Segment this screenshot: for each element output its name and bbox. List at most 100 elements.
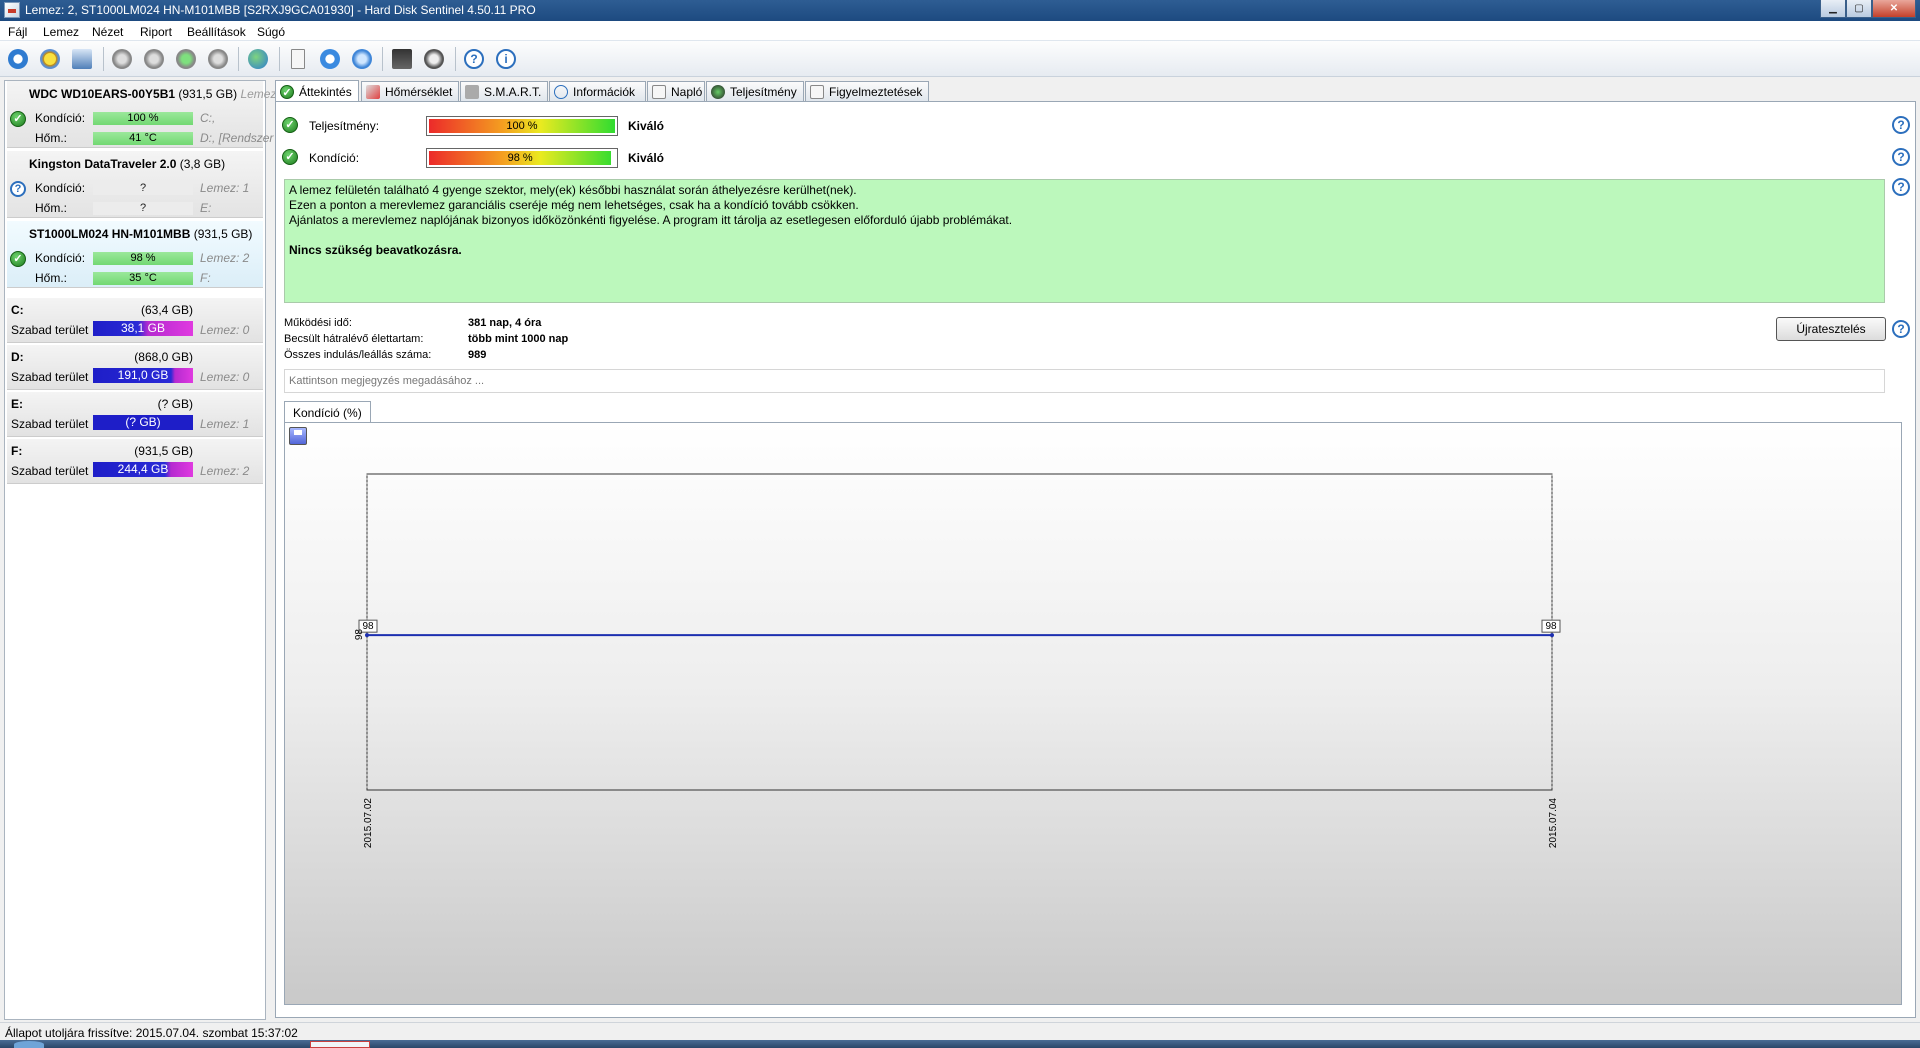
ok-status-icon bbox=[282, 117, 298, 133]
tab-label: Figyelmeztetések bbox=[829, 85, 923, 99]
ok-status-icon bbox=[10, 251, 26, 267]
globe-icon[interactable] bbox=[246, 47, 270, 71]
network-icon[interactable] bbox=[350, 47, 374, 71]
volume-size: (868,0 GB) bbox=[134, 350, 193, 364]
gauge-icon bbox=[711, 85, 725, 99]
performance-bar: 100 % bbox=[426, 116, 618, 136]
disk-name: ST1000LM024 HN-M101MBB bbox=[29, 227, 191, 241]
note-input[interactable]: Kattintson megjegyzés megadásához ... bbox=[284, 369, 1885, 393]
starts-label: Összes indulás/leállás száma: bbox=[284, 349, 432, 361]
info-line: Ezen a ponton a merevlemez garanciális c… bbox=[289, 198, 859, 212]
health-label: Kondíció: bbox=[309, 151, 360, 165]
volume-item[interactable]: E: (? GB) Szabad terület (? GB) Lemez: 1 bbox=[7, 392, 263, 437]
health-bar: ? bbox=[93, 182, 193, 195]
volume-size: (? GB) bbox=[157, 397, 193, 411]
volume-size: (63,4 GB) bbox=[140, 303, 193, 317]
disk-name: Kingston DataTraveler 2.0 bbox=[29, 157, 177, 171]
warning-icon[interactable] bbox=[38, 47, 62, 71]
menu-view[interactable]: Nézet bbox=[92, 25, 123, 39]
disk-number: Lemez: 1 bbox=[200, 181, 250, 195]
speaker-icon[interactable] bbox=[422, 47, 446, 71]
disk-tool-icon[interactable] bbox=[206, 47, 230, 71]
disk-item[interactable]: WDC WD10EARS-00Y5B1 (931,5 GB) Lemez Kon… bbox=[7, 81, 276, 148]
disk-ok-icon[interactable] bbox=[174, 47, 198, 71]
close-button[interactable]: ✕ bbox=[1872, 0, 1916, 18]
performance-value: 100 % bbox=[429, 119, 615, 133]
chart-tab-health[interactable]: Kondíció (%) bbox=[284, 401, 371, 423]
temp-label: Hőm.: bbox=[35, 131, 68, 145]
tab-overview[interactable]: Áttekintés bbox=[275, 80, 359, 102]
health-row: Kondíció: 98 % Kiváló bbox=[282, 146, 982, 168]
ok-status-icon bbox=[282, 149, 298, 165]
window-title: Lemez: 2, ST1000LM024 HN-M101MBB [S2RXJ9… bbox=[25, 3, 536, 17]
health-chart: 98 98 98 2015.07.02 2015.07.04 bbox=[284, 422, 1902, 1005]
info-line: A lemez felületén található 4 gyenge sze… bbox=[289, 183, 857, 197]
volume-disk: Lemez: 0 bbox=[200, 370, 250, 384]
info-icon[interactable]: i bbox=[494, 47, 518, 71]
menu-report[interactable]: Riport bbox=[140, 25, 172, 39]
help-icon[interactable]: ? bbox=[1892, 320, 1910, 338]
tab-log[interactable]: Napló bbox=[647, 81, 705, 102]
data-point bbox=[1550, 633, 1554, 638]
help-icon[interactable]: ? bbox=[1892, 148, 1910, 166]
tab-information[interactable]: Információk bbox=[549, 81, 646, 102]
lifetime-value: több mint 1000 nap bbox=[468, 333, 569, 345]
health-label: Kondíció: bbox=[35, 251, 86, 265]
disk-test-icon[interactable] bbox=[110, 47, 134, 71]
tab-alerts[interactable]: Figyelmeztetések bbox=[805, 81, 929, 102]
plot-frame bbox=[366, 473, 1553, 791]
volume-name: C: bbox=[11, 303, 24, 317]
free-space-label: Szabad terület bbox=[11, 417, 89, 431]
maximize-button[interactable]: ▢ bbox=[1846, 0, 1872, 18]
minimize-button[interactable]: ▁ bbox=[1820, 0, 1846, 18]
volume-item[interactable]: F: (931,5 GB) Szabad terület 244,4 GB Le… bbox=[7, 439, 263, 484]
help-icon[interactable]: ? bbox=[1892, 116, 1910, 134]
disk-item[interactable]: Kingston DataTraveler 2.0 (3,8 GB) Kondí… bbox=[7, 151, 263, 218]
help-icon[interactable]: ? bbox=[1892, 178, 1910, 196]
help-icon[interactable]: ? bbox=[462, 47, 486, 71]
chart-svg: 98 98982015.07.02 2015.07.04 bbox=[354, 473, 1561, 848]
disk-name: WDC WD10EARS-00Y5B1 bbox=[29, 87, 176, 101]
volume-item[interactable]: C: (63,4 GB) Szabad terület 38,1 GB Leme… bbox=[7, 298, 263, 343]
retest-button[interactable]: Újratesztelés bbox=[1776, 317, 1886, 341]
overview-panel: Teljesítmény: 100 % Kiváló ? Kondíció: 9… bbox=[275, 101, 1916, 1018]
document-icon[interactable] bbox=[286, 47, 310, 71]
x-tick-label: 2015.07.02 bbox=[363, 798, 374, 848]
check-icon bbox=[280, 84, 294, 99]
tab-performance[interactable]: Teljesítmény bbox=[706, 81, 804, 102]
menu-file[interactable]: Fájl bbox=[8, 25, 27, 39]
disk-number: Lemez: 2 bbox=[200, 251, 250, 265]
sync-icon[interactable] bbox=[318, 47, 342, 71]
health-label: Kondíció: bbox=[35, 111, 86, 125]
disk-size: (931,5 GB) bbox=[178, 87, 238, 101]
temp-bar: ? bbox=[93, 202, 193, 215]
disk-partitions-2: D:, [Rendszer bbox=[200, 131, 274, 145]
tab-smart[interactable]: S.M.A.R.T. bbox=[460, 81, 548, 102]
taskbar-app[interactable] bbox=[310, 1041, 370, 1048]
disk-partitions: C:, bbox=[200, 111, 216, 125]
log-icon bbox=[652, 85, 666, 99]
report-icon[interactable] bbox=[70, 47, 94, 71]
volume-item[interactable]: D: (868,0 GB) Szabad terület 191,0 GB Le… bbox=[7, 345, 263, 390]
health-value: 98 % bbox=[429, 151, 612, 165]
uptime-value: 381 nap, 4 óra bbox=[468, 317, 542, 329]
disk-item-selected[interactable]: ST1000LM024 HN-M101MBB (931,5 GB) Kondíc… bbox=[7, 221, 263, 288]
start-button[interactable] bbox=[14, 1041, 44, 1048]
temp-label: Hőm.: bbox=[35, 201, 68, 215]
menu-help[interactable]: Súgó bbox=[257, 25, 285, 39]
free-space-bar: (? GB) bbox=[93, 415, 193, 430]
temp-bar: 41 °C bbox=[93, 132, 193, 145]
disk-extra: Lemez bbox=[240, 87, 277, 101]
refresh-icon[interactable] bbox=[6, 47, 30, 71]
disk-partitions: F: bbox=[200, 271, 211, 285]
status-bar: Állapot utoljára frissítve: 2015.07.04. … bbox=[0, 1022, 1920, 1040]
menu-settings[interactable]: Beállítások bbox=[187, 25, 246, 39]
disk-partitions: E: bbox=[200, 201, 212, 215]
thermometer-icon bbox=[366, 85, 380, 99]
tab-temperature[interactable]: Hőmérséklet bbox=[361, 81, 459, 102]
starts-row: Összes indulás/leállás száma: 989 bbox=[284, 349, 486, 361]
disk-test2-icon[interactable] bbox=[142, 47, 166, 71]
performance-rating: Kiváló bbox=[628, 119, 665, 133]
menu-disk[interactable]: Lemez bbox=[43, 25, 79, 39]
monitor-icon[interactable] bbox=[390, 47, 414, 71]
